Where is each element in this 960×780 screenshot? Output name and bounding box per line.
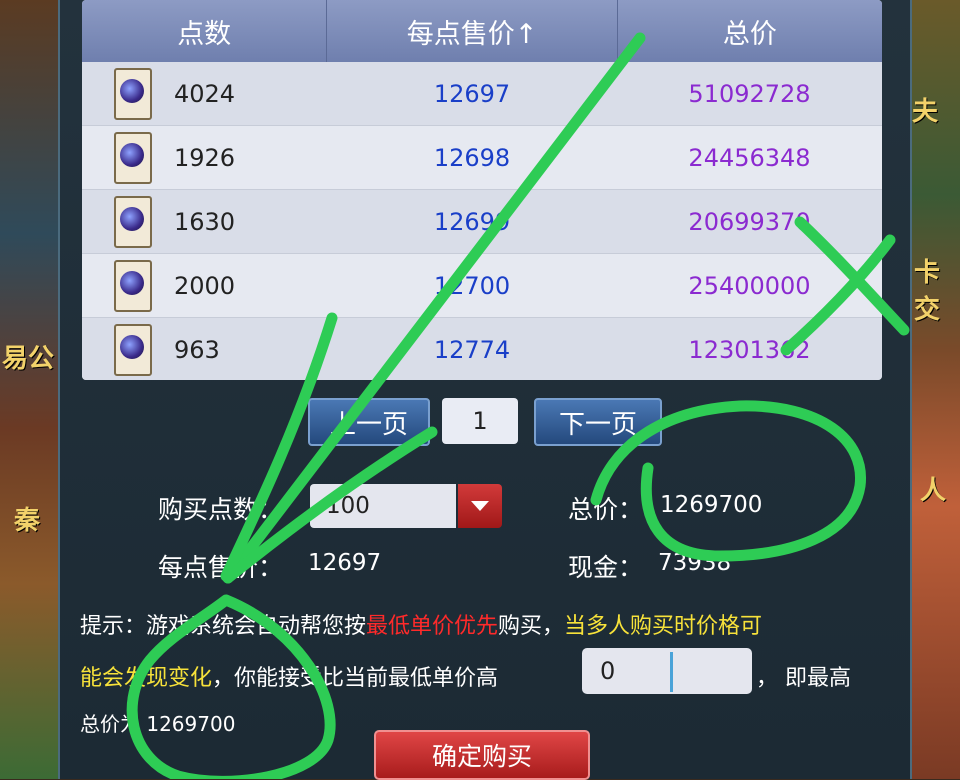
point-card-icon [114, 195, 152, 248]
row-unit-price: 12774 [433, 335, 511, 364]
row-total: 12301362 [688, 335, 811, 364]
qty-input[interactable]: 100 [310, 484, 456, 528]
row-total: 24456348 [688, 143, 811, 172]
row-unit-price: 12700 [433, 271, 511, 300]
header-points[interactable]: 点数 [82, 0, 328, 62]
scene-text-right-2: 卡交 [914, 258, 941, 325]
cash-value: 73938 [658, 550, 732, 576]
trade-dialog: 点数 每点售价↑ 总价 4024 12697 51092728 1926 126… [58, 0, 912, 780]
total-label: 总价： [568, 495, 644, 524]
scene-text-left-1: 易公 [2, 344, 55, 374]
qty-label: 购买点数： [158, 495, 284, 524]
text-caret [670, 652, 673, 692]
tip-line-2: 能会发现变化，你能接受比当前最低单价高 [80, 666, 499, 691]
scene-text-right-1: 夫 [912, 97, 939, 127]
tip-line-2-suffix: ， 即最高 [756, 666, 851, 691]
point-card-icon [114, 323, 152, 376]
cash-label: 现金： [568, 553, 644, 582]
confirm-purchase-button[interactable]: 确定购买 [374, 730, 590, 780]
point-card-icon [114, 67, 152, 120]
row-total: 20699370 [688, 207, 811, 236]
row-points: 2000 [174, 271, 236, 300]
table-row[interactable]: 1926 12698 24456348 [82, 126, 882, 190]
unit-price-label: 每点售价： [158, 553, 284, 582]
table-row[interactable]: 1630 12699 20699370 [82, 190, 882, 254]
tip-line-3: 总价为 1269700 [80, 712, 236, 736]
scene-text-left-2: 秦 [14, 506, 41, 536]
row-unit-price: 12697 [433, 79, 511, 108]
row-points: 1926 [174, 143, 236, 172]
table-row[interactable]: 4024 12697 51092728 [82, 62, 882, 126]
prev-page-button[interactable]: 上一页 [308, 398, 430, 446]
point-card-icon [114, 131, 152, 184]
row-unit-price: 12698 [433, 143, 511, 172]
total-value: 1269700 [660, 492, 763, 518]
row-points: 1630 [174, 207, 236, 236]
unit-price-value: 12697 [308, 550, 382, 576]
row-unit-price: 12699 [433, 207, 511, 236]
tip-line-1: 提示：游戏系统会自动帮您按最低单价优先购买，当多人购买时价格可 [80, 614, 763, 639]
next-page-button[interactable]: 下一页 [534, 398, 662, 446]
table-row[interactable]: 2000 12700 25400000 [82, 254, 882, 318]
table-row[interactable]: 963 12774 12301362 [82, 318, 882, 380]
premium-input[interactable]: 0 [582, 648, 752, 694]
listing-table: 点数 每点售价↑ 总价 4024 12697 51092728 1926 126… [82, 0, 882, 380]
row-total: 51092728 [688, 79, 811, 108]
table-header: 点数 每点售价↑ 总价 [82, 0, 882, 62]
row-points: 963 [174, 335, 220, 364]
game-scene-left [0, 0, 58, 779]
point-card-icon [114, 259, 152, 312]
header-unit-price[interactable]: 每点售价↑ [327, 0, 618, 62]
header-total[interactable]: 总价 [618, 0, 882, 62]
qty-dropdown-button[interactable] [458, 484, 502, 528]
page-number: 1 [442, 398, 518, 444]
scene-text-right-3: 人 [920, 476, 947, 506]
row-total: 25400000 [688, 271, 811, 300]
row-points: 4024 [174, 79, 236, 108]
